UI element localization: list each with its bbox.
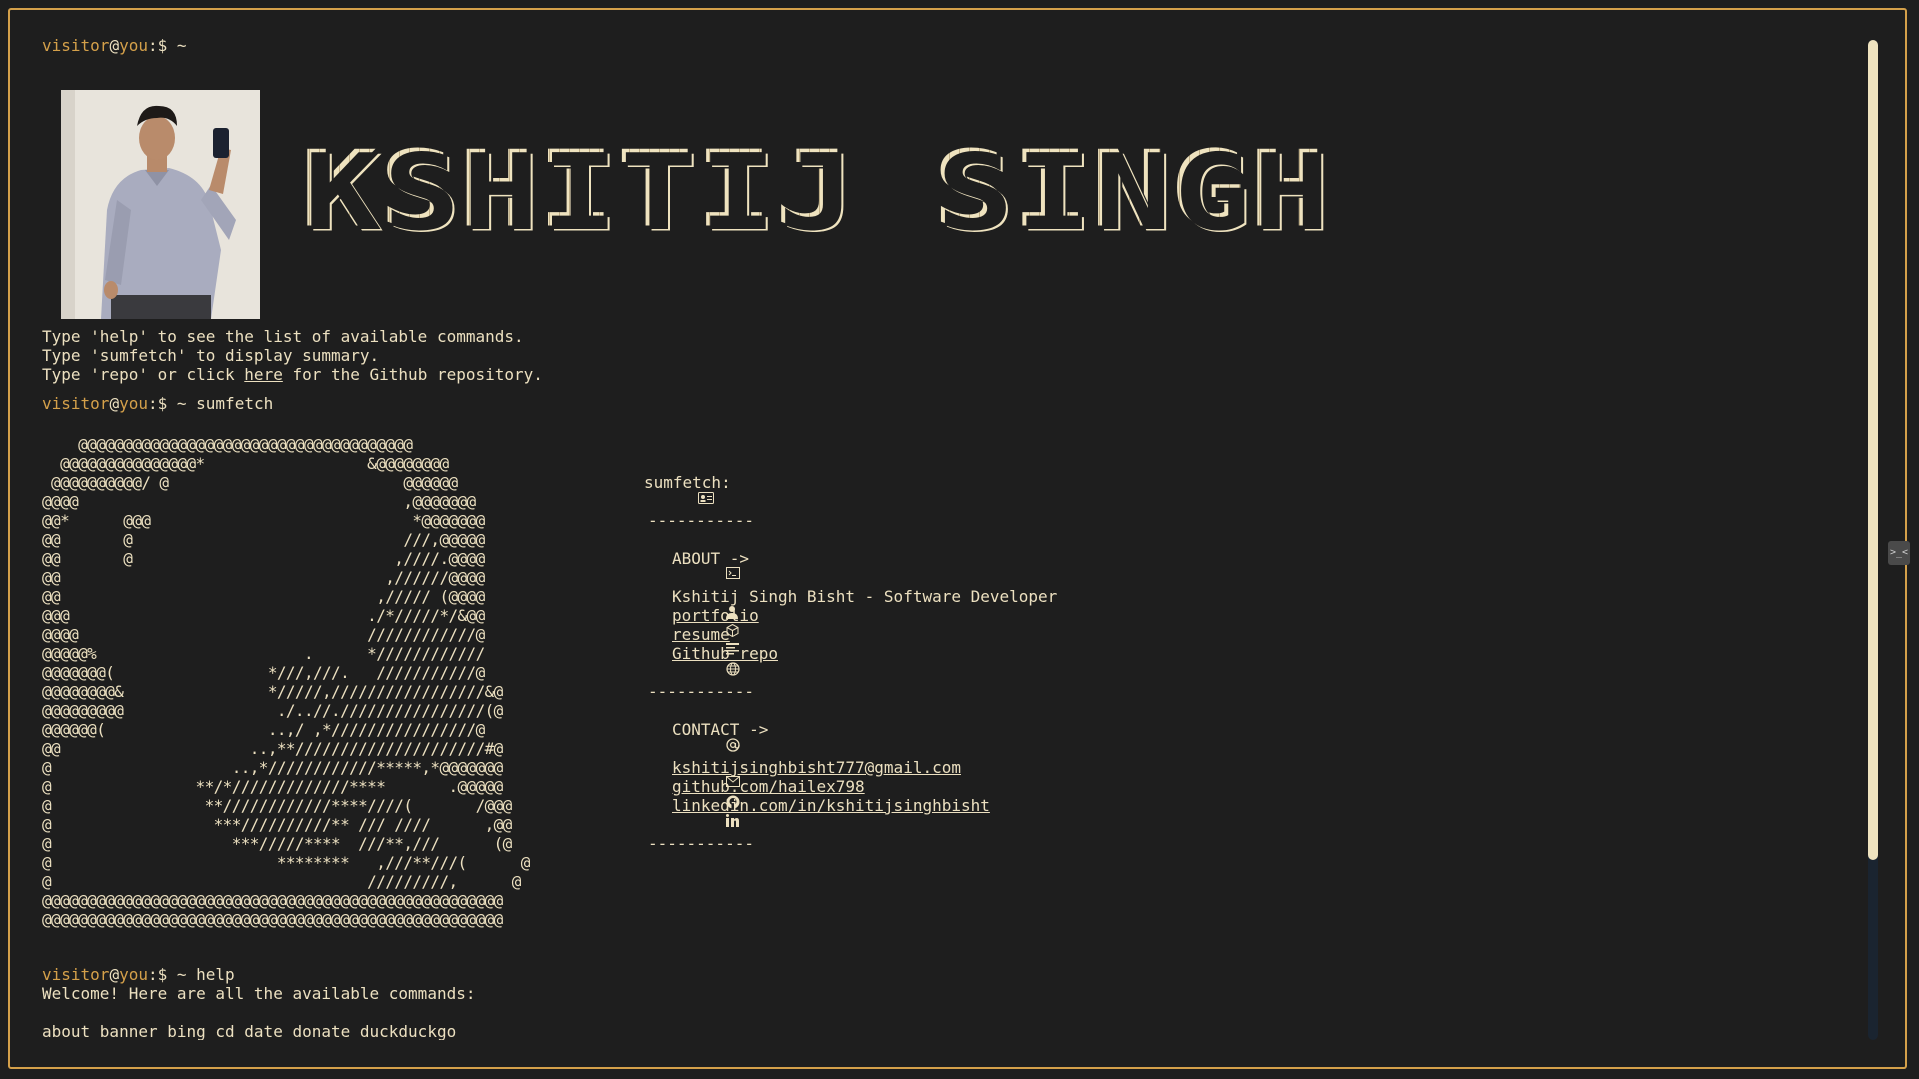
github-link[interactable]: github.com/hailex798 (672, 777, 865, 796)
about-label: ABOUT -> (672, 549, 750, 568)
prompt-command: help (196, 965, 235, 984)
prompt-at: @ (109, 36, 120, 55)
scrollbar-track[interactable] (1868, 40, 1878, 1040)
prompt-user: visitor (42, 36, 110, 55)
intro-line-help: Type 'help' to see the list of available… (42, 327, 524, 346)
prompt-line: visitor@you:$ ~ (42, 36, 1842, 55)
side-toggle-icon[interactable]: >_< (1888, 541, 1910, 565)
sumfetch-header: sumfetch: (620, 473, 1220, 504)
github-repo-link[interactable]: Github repo (672, 644, 778, 663)
sumfetch-output: @@@@@@@@@@@@@@@@@@@@@@@@@@@@@@@@@@@@@ @@… (42, 435, 1842, 965)
prompt-user: visitor (42, 394, 110, 413)
portfolio-link[interactable]: portfolio (672, 606, 759, 625)
resume-row: resume (620, 625, 1220, 654)
contact-header: CONTACT -> (620, 720, 1220, 752)
linkedin-row: linkedin.com/in/kshitijsinghbisht (620, 796, 1220, 827)
at-icon (648, 722, 740, 752)
profile-photo (61, 90, 260, 319)
separator: ----------- (648, 682, 754, 701)
banner-title: KSHITIJ SINGH (300, 137, 1328, 244)
terminal-icon (648, 551, 741, 579)
separator: ----------- (648, 511, 754, 530)
scrollbar-thumb[interactable] (1868, 40, 1878, 860)
intro-line-sumfetch: Type 'sumfetch' to display summary. (42, 346, 380, 365)
sumfetch-info: sumfetch: ----------- ABOUT -> Kshitij S… (620, 473, 1220, 853)
banner-title-text: KSHITIJ SINGH (300, 128, 1328, 251)
id-card-icon (620, 475, 715, 504)
intro-line-repo-after: for the Github repository. (282, 365, 543, 384)
linkedin-link[interactable]: linkedin.com/in/kshitijsinghbisht (672, 796, 990, 815)
prompt-line: visitor@you:$ ~ sumfetch (42, 394, 1842, 413)
prompt-host: you (119, 394, 148, 413)
box-icon (648, 608, 739, 637)
mail-icon (648, 760, 741, 787)
repo-here-link[interactable]: here (244, 365, 283, 384)
email-link[interactable]: kshitijsinghbisht777@gmail.com (672, 758, 961, 777)
about-name-text: Kshitij Singh Bisht - Software Developer (672, 587, 1058, 606)
about-header: ABOUT -> (620, 549, 1220, 579)
about-name: Kshitij Singh Bisht - Software Developer (620, 587, 1220, 619)
contact-label: CONTACT -> (672, 720, 769, 739)
help-welcome: Welcome! Here are all the available comm… (42, 984, 476, 1003)
separator: ----------- (648, 834, 754, 853)
github-icon (648, 779, 740, 809)
document-icon (648, 627, 740, 654)
prompt-user: visitor (42, 965, 110, 984)
ascii-art: @@@@@@@@@@@@@@@@@@@@@@@@@@@@@@@@@@@@@ @@… (42, 435, 530, 929)
profile-photo-illustration (61, 90, 260, 319)
resume-link[interactable]: resume (672, 625, 730, 644)
prompt-suffix: :$ ~ (147, 394, 187, 413)
intro-text: Type 'help' to see the list of available… (42, 327, 1842, 384)
portfolio-row: portfolio (620, 606, 1220, 637)
prompt-host: you (119, 965, 148, 984)
prompt-at: @ (109, 394, 120, 413)
sumfetch-header-label: sumfetch: (644, 473, 731, 492)
prompt-line: visitor@you:$ ~ help (42, 965, 1842, 984)
terminal-output[interactable]: visitor@you:$ ~ KSHITIJ SINGH Type 'help… (42, 30, 1842, 1040)
prompt-suffix: :$ ~ (147, 965, 187, 984)
linkedin-icon (648, 798, 740, 827)
user-icon (648, 589, 739, 619)
banner: KSHITIJ SINGH (42, 55, 1842, 320)
prompt-command: sumfetch (196, 394, 274, 413)
prompt-suffix: :$ ~ (147, 36, 187, 55)
github-repo-row: Github repo (620, 644, 1220, 676)
email-row: kshitijsinghbisht777@gmail.com (620, 758, 1220, 787)
prompt-host: you (119, 36, 148, 55)
help-commands: about banner bing cd date donate duckduc… (42, 1022, 457, 1040)
prompt-at: @ (109, 965, 120, 984)
globe-icon (648, 646, 740, 676)
intro-line-repo-before: Type 'repo' or click (42, 365, 245, 384)
github-row: github.com/hailex798 (620, 777, 1220, 809)
intro-line-repo: Type 'repo' or click here for the Github… (42, 365, 1842, 384)
